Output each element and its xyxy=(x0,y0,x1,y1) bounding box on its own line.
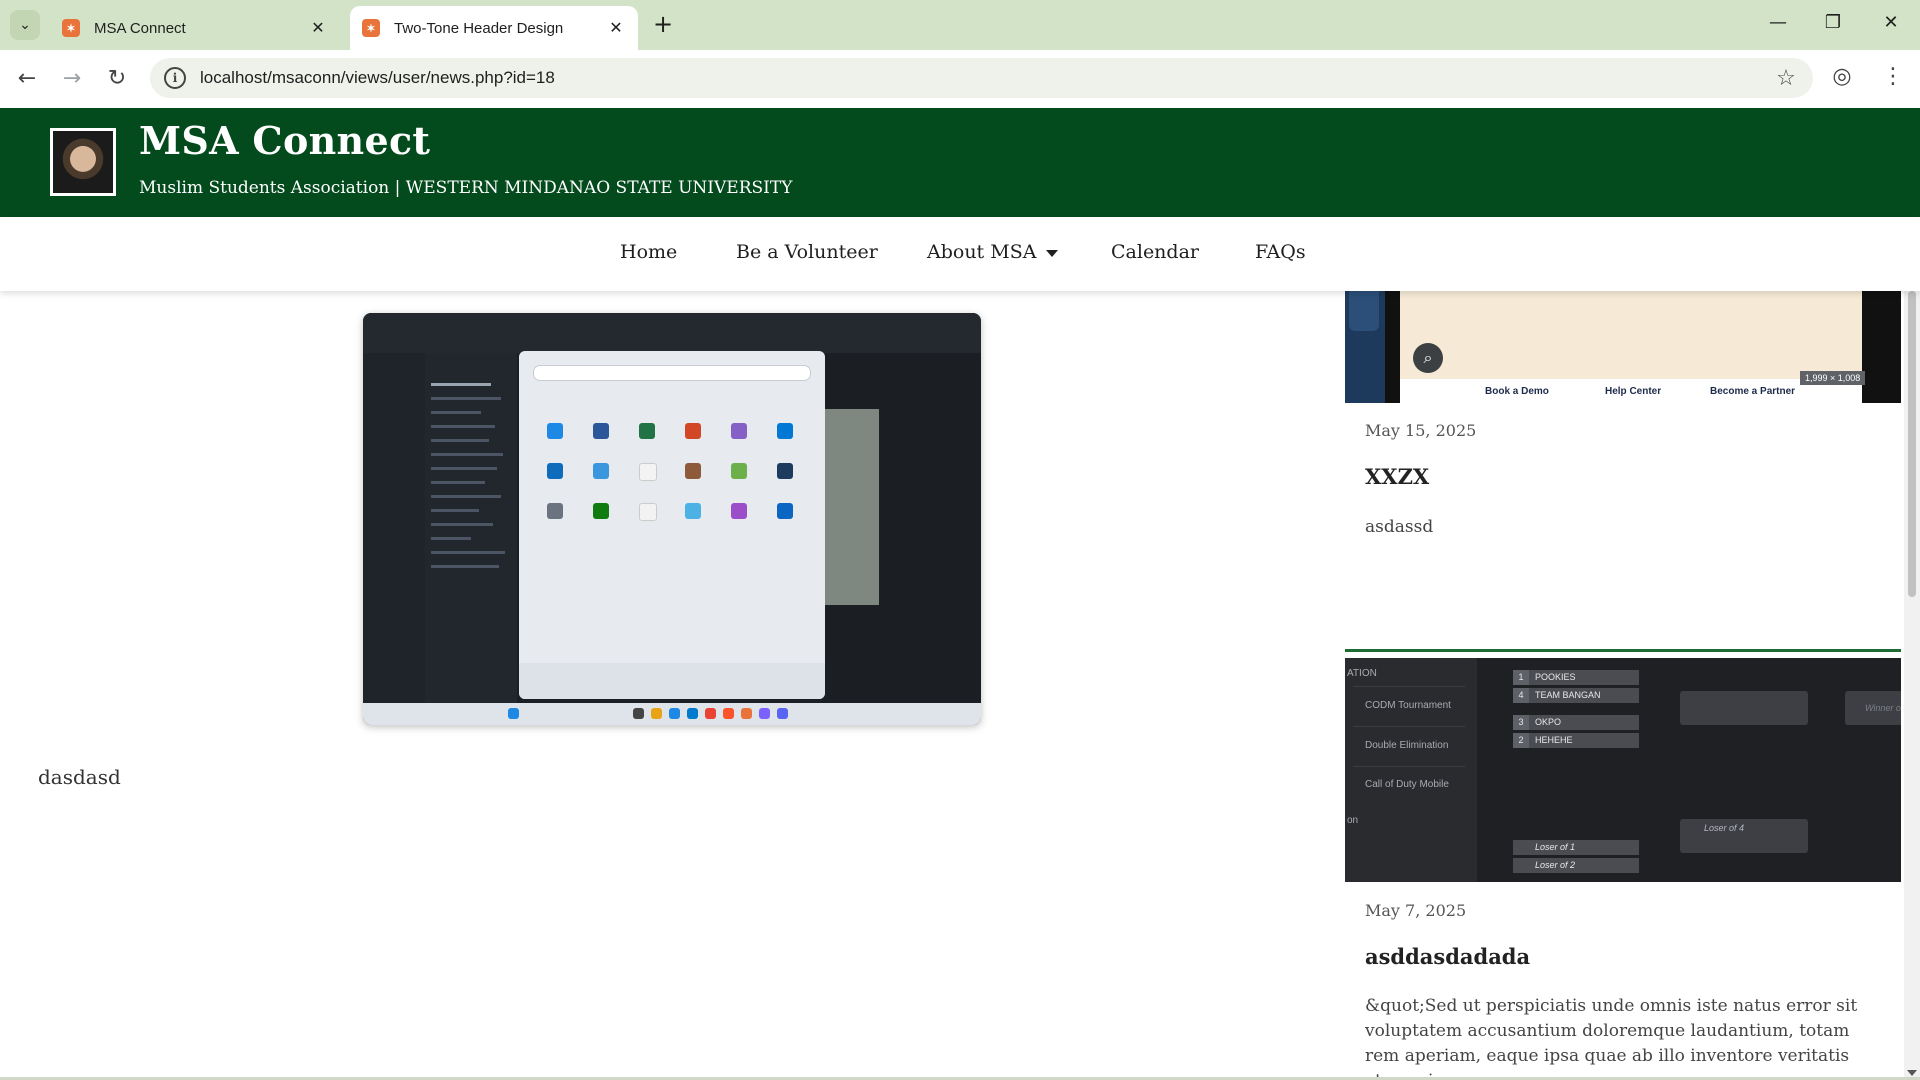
tab-search-button[interactable]: ⌄ xyxy=(10,10,40,40)
tab-title: MSA Connect xyxy=(94,19,186,37)
image-team-seed: 2 xyxy=(1513,733,1529,748)
site-info-icon[interactable]: i xyxy=(164,67,186,89)
image-team-name: HEHEHE xyxy=(1535,735,1573,745)
image-team-seed: 3 xyxy=(1513,715,1529,730)
image-team-name: OKPO xyxy=(1535,717,1562,727)
image-app-sidebar xyxy=(363,353,426,703)
image-loser-row: Loser of 2 xyxy=(1513,858,1639,873)
site-subtitle: Muslim Students Association | WESTERN MI… xyxy=(139,178,793,198)
image-bracket-box: Loser of 4 xyxy=(1680,819,1808,853)
image-start-footer xyxy=(519,663,825,699)
image-start-search xyxy=(533,365,811,381)
browser-tabstrip: ⌄ ✶ MSA Connect ✕ ✶ Two-Tone Header Desi… xyxy=(0,0,1920,50)
image-team-name: POOKIES xyxy=(1535,672,1576,682)
reload-icon[interactable]: ↻ xyxy=(102,64,132,94)
image-link-text: Book a Demo xyxy=(1485,386,1549,397)
image-taskbar xyxy=(363,703,981,725)
news-title[interactable]: asddasdadada xyxy=(1365,944,1530,969)
image-contact-panel xyxy=(1400,291,1862,391)
logo-photo xyxy=(53,131,113,193)
image-team-row: 3 OKPO xyxy=(1513,715,1639,730)
xampp-favicon-icon: ✶ xyxy=(362,19,380,37)
image-team-seed: 1 xyxy=(1513,670,1529,685)
new-tab-button[interactable]: + xyxy=(650,12,676,38)
maximize-button[interactable]: ❐ xyxy=(1813,12,1853,33)
image-team-row: 1 POOKIES xyxy=(1513,670,1639,685)
tab-close-icon[interactable]: ✕ xyxy=(604,18,628,38)
scrollbar-thumb[interactable] xyxy=(1908,291,1916,597)
news-date: May 15, 2025 xyxy=(1365,421,1477,440)
article-body: dasdasd xyxy=(38,765,121,789)
lens-search-icon[interactable]: ⌕ xyxy=(1413,343,1443,373)
browser-toolbar: ← → ↻ i localhost/msaconn/views/user/new… xyxy=(0,50,1920,108)
nav-calendar[interactable]: Calendar xyxy=(1111,241,1199,263)
news-title[interactable]: XXZX xyxy=(1365,464,1429,489)
image-size-badge: 1,999 × 1,008 xyxy=(1800,371,1866,385)
news-card-image[interactable]: Book a Demo Help Center Become a Partner… xyxy=(1345,291,1901,403)
main-nav: Home Be a Volunteer About MSA Calendar F… xyxy=(0,217,1920,291)
tab-title: Two-Tone Header Design xyxy=(394,19,564,37)
back-arrow-icon[interactable]: ← xyxy=(12,64,42,94)
bookmark-star-icon[interactable]: ☆ xyxy=(1771,66,1801,91)
site-title: MSA Connect xyxy=(139,118,431,163)
image-left-rail xyxy=(1345,291,1385,403)
news-card-image[interactable]: ATION CODM Tournament Double Elimination… xyxy=(1345,658,1901,882)
scroll-down-arrow-icon[interactable] xyxy=(1907,1070,1917,1076)
image-app-header xyxy=(363,313,981,353)
forward-arrow-icon[interactable]: → xyxy=(57,64,87,94)
image-team-name: TEAM BANGAN xyxy=(1535,690,1601,700)
nav-home[interactable]: Home xyxy=(620,241,677,263)
profile-icon[interactable]: ◎ xyxy=(1827,64,1857,89)
tab-close-icon[interactable]: ✕ xyxy=(306,18,330,38)
browser-menu-icon[interactable]: ⋮ xyxy=(1878,64,1908,89)
image-bracket-box xyxy=(1680,691,1808,725)
image-team-row: 4 TEAM BANGAN xyxy=(1513,688,1639,703)
image-file-list xyxy=(425,353,517,703)
site-logo[interactable] xyxy=(50,128,116,196)
image-menu-text: CODM Tournament xyxy=(1365,700,1451,711)
image-team-row: 2 HEHEHE xyxy=(1513,733,1639,748)
xampp-favicon-icon: ✶ xyxy=(62,19,80,37)
address-url[interactable]: localhost/msaconn/views/user/news.php?id… xyxy=(200,68,1771,88)
image-footer-links: Book a Demo Help Center Become a Partner xyxy=(1400,379,1862,403)
image-loser-row: Loser of 1 xyxy=(1513,840,1639,855)
nav-about-label: About MSA xyxy=(927,241,1037,263)
image-settings-panel: ATION CODM Tournament Double Elimination… xyxy=(1345,658,1477,882)
image-start-menu xyxy=(519,351,825,699)
site-header: MSA Connect Muslim Students Association … xyxy=(0,108,1920,217)
address-bar[interactable]: i localhost/msaconn/views/user/news.php?… xyxy=(150,58,1813,98)
image-link-text: Become a Partner xyxy=(1710,386,1796,397)
nav-about-msa[interactable]: About MSA xyxy=(927,241,1059,263)
image-menu-text: Call of Duty Mobile xyxy=(1365,779,1449,790)
image-team-seed: 4 xyxy=(1513,688,1529,703)
dropdown-caret-icon xyxy=(1046,249,1059,257)
close-window-button[interactable]: ✕ xyxy=(1871,12,1911,33)
image-menu-text: Double Elimination xyxy=(1365,740,1449,751)
image-winner-box: Winner o xyxy=(1845,691,1901,725)
minimize-button[interactable]: — xyxy=(1758,12,1798,33)
sidebar-scrollbar[interactable] xyxy=(1904,291,1920,1080)
nav-faqs[interactable]: FAQs xyxy=(1255,241,1306,263)
card-separator xyxy=(1345,649,1901,652)
image-menu-text: ATION xyxy=(1347,668,1377,679)
news-date: May 7, 2025 xyxy=(1365,901,1467,920)
browser-tab-two-tone-header[interactable]: ✶ Two-Tone Header Design ✕ xyxy=(350,6,638,50)
article-image xyxy=(363,313,981,725)
news-sidebar: Book a Demo Help Center Become a Partner… xyxy=(1345,291,1901,1080)
image-link-text: Help Center xyxy=(1605,386,1662,397)
news-excerpt: asdassd xyxy=(1365,517,1434,537)
image-menu-text: on xyxy=(1347,815,1359,826)
browser-tab-msa-connect[interactable]: ✶ MSA Connect ✕ xyxy=(50,6,340,50)
nav-be-a-volunteer[interactable]: Be a Volunteer xyxy=(736,241,878,263)
news-excerpt: &quot;Sed ut perspiciatis unde omnis ist… xyxy=(1365,996,1858,1080)
